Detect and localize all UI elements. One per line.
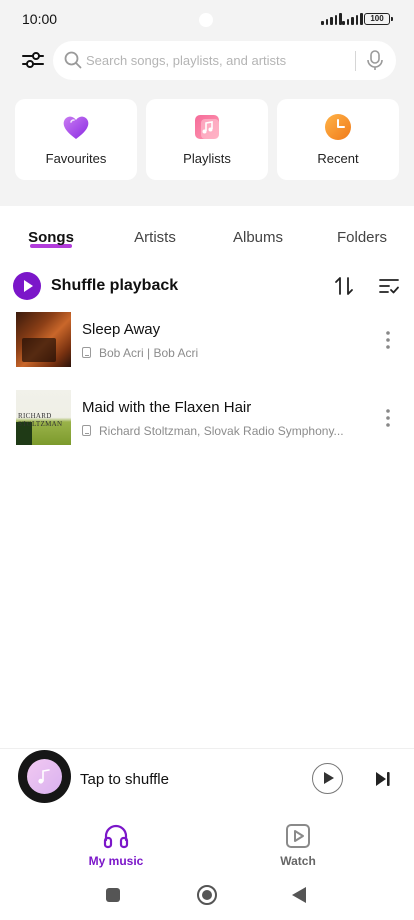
search-icon	[64, 51, 82, 69]
next-track-icon[interactable]	[373, 769, 393, 789]
nav-watch[interactable]: Watch	[238, 822, 358, 870]
album-art: RICHARD STOLTZMAN	[16, 390, 71, 445]
play-button[interactable]	[312, 763, 343, 794]
system-navigation-bar	[0, 874, 414, 920]
song-artist-text: Richard Stoltzman, Slovak Radio Symphony…	[99, 424, 344, 438]
tab-albums[interactable]: Albums	[233, 229, 283, 246]
favourites-card[interactable]: Favourites	[15, 99, 137, 180]
more-options-icon[interactable]	[378, 329, 398, 351]
clock-icon	[323, 112, 353, 142]
headphones-icon	[103, 824, 129, 849]
playlist-note-icon	[192, 112, 222, 142]
nav-label-watch: Watch	[280, 854, 316, 868]
shuffle-row: Shuffle playback	[0, 269, 414, 303]
phone-storage-icon	[82, 425, 91, 436]
playlists-card[interactable]: Playlists	[146, 99, 268, 180]
song-artist: Richard Stoltzman, Slovak Radio Symphony…	[82, 424, 352, 438]
song-artist-text: Bob Acri | Bob Acri	[99, 346, 199, 360]
song-row[interactable]: Sleep Away Bob Acri | Bob Acri	[0, 312, 414, 372]
sort-icon[interactable]	[333, 275, 355, 297]
search-input[interactable]	[86, 41, 352, 80]
song-title: Maid with the Flaxen Hair	[82, 399, 252, 416]
microphone-icon[interactable]	[364, 49, 386, 71]
album-art-text-2: STOLTZMAN	[18, 420, 63, 428]
music-note-icon	[38, 769, 50, 784]
more-options-icon[interactable]	[378, 407, 398, 429]
heart-icon	[61, 112, 91, 142]
search-bar[interactable]	[53, 41, 396, 80]
multi-select-icon[interactable]	[378, 275, 400, 297]
favourites-label: Favourites	[45, 151, 107, 166]
tab-artists[interactable]: Artists	[134, 229, 176, 246]
album-art-text-1: RICHARD	[18, 412, 52, 420]
status-bar: 10:00 100	[0, 0, 414, 38]
recent-apps-button[interactable]	[106, 888, 120, 902]
category-tabs: Songs Artists Albums Folders	[0, 223, 414, 255]
video-play-icon	[286, 824, 310, 848]
recent-label: Recent	[317, 151, 359, 166]
search-divider	[355, 51, 356, 71]
mini-player-label[interactable]: Tap to shuffle	[80, 771, 169, 788]
battery-icon: 100	[364, 13, 393, 25]
back-button[interactable]	[292, 887, 306, 903]
tab-folders[interactable]: Folders	[337, 229, 387, 246]
nav-my-music[interactable]: My music	[56, 822, 176, 870]
song-row[interactable]: RICHARD STOLTZMAN Maid with the Flaxen H…	[0, 390, 414, 450]
recent-card[interactable]: Recent	[277, 99, 399, 180]
song-artist: Bob Acri | Bob Acri	[82, 346, 352, 360]
signal-icon	[321, 13, 342, 25]
tab-songs[interactable]: Songs	[28, 229, 74, 246]
shuffle-label[interactable]: Shuffle playback	[51, 277, 178, 295]
filter-settings-icon[interactable]	[20, 47, 46, 73]
bottom-navigation: My music Watch	[0, 810, 414, 874]
shuffle-play-button[interactable]	[13, 272, 41, 300]
song-title: Sleep Away	[82, 321, 161, 338]
now-playing-disc[interactable]	[18, 750, 71, 803]
nav-label-my-music: My music	[88, 854, 144, 868]
phone-storage-icon	[82, 347, 91, 358]
mini-player[interactable]: Tap to shuffle	[0, 748, 414, 810]
home-button[interactable]	[197, 885, 217, 905]
playlists-label: Playlists	[183, 151, 231, 166]
status-time: 10:00	[22, 11, 58, 27]
camera-cutout	[199, 13, 213, 27]
album-art	[16, 312, 71, 367]
signal-icon-sim2	[342, 13, 363, 25]
